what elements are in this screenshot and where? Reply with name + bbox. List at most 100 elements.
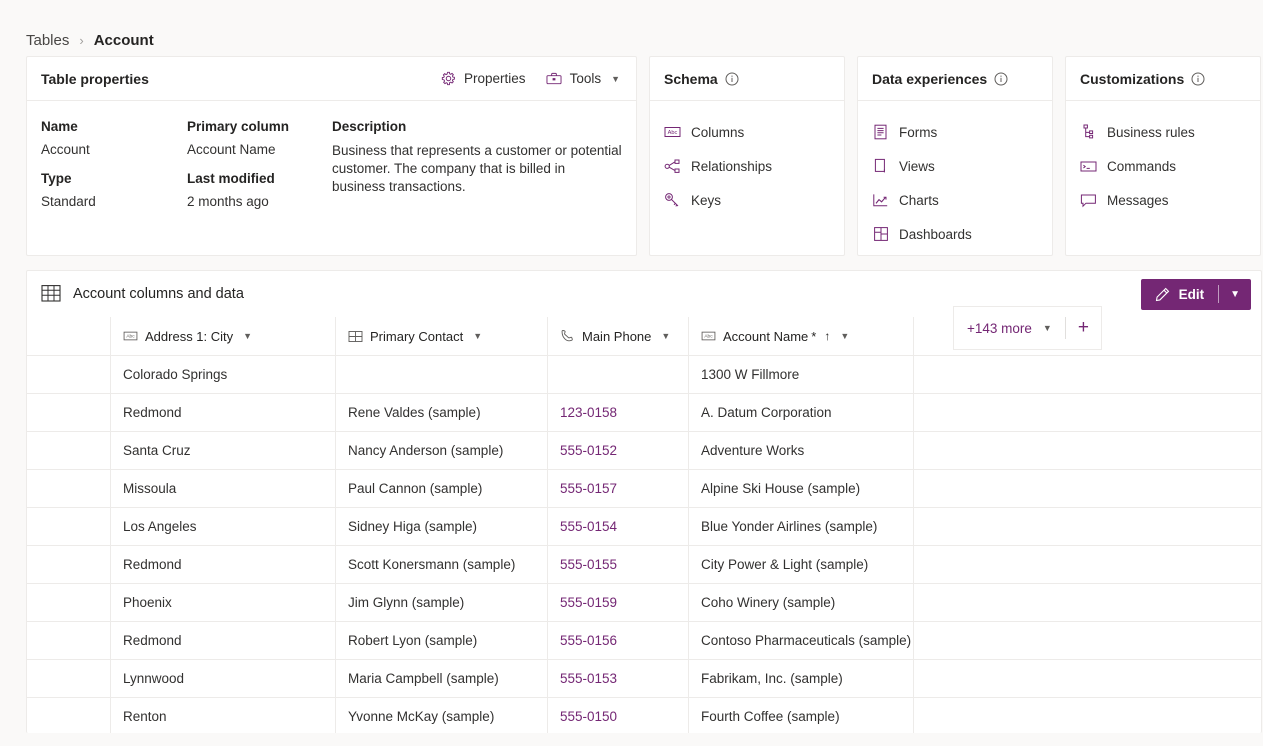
phone-link[interactable]: 555-0156 <box>560 633 617 648</box>
column-header-account-name[interactable]: Abc Account Name * ↑ ▼ <box>689 317 914 355</box>
row-select-gutter[interactable] <box>27 622 111 659</box>
cell-main-phone[interactable]: 555-0153 <box>548 660 689 697</box>
chevron-down-icon[interactable]: ▼ <box>243 331 252 341</box>
phone-link[interactable]: 555-0150 <box>560 709 617 724</box>
cell-main-phone[interactable]: 555-0155 <box>548 546 689 583</box>
cell-account-name: City Power & Light (sample) <box>689 546 914 583</box>
cell-main-phone[interactable]: 555-0156 <box>548 622 689 659</box>
chevron-down-icon[interactable]: ▼ <box>473 331 482 341</box>
phone-link[interactable]: 555-0153 <box>560 671 617 686</box>
phone-link[interactable]: 123-0158 <box>560 405 617 420</box>
column-header-label: Main Phone <box>582 328 652 344</box>
chevron-down-icon[interactable]: ▼ <box>661 331 670 341</box>
column-header-main-phone[interactable]: Main Phone ▼ <box>548 317 689 355</box>
breadcrumb-tables-link[interactable]: Tables <box>26 32 69 49</box>
type-label: Type <box>41 171 72 186</box>
cell-main-phone[interactable]: 555-0157 <box>548 470 689 507</box>
phone-link[interactable]: 555-0155 <box>560 557 617 572</box>
data-experiences-item-dashboards[interactable]: Dashboards <box>858 217 1052 251</box>
info-icon[interactable] <box>725 72 739 86</box>
row-select-gutter[interactable] <box>27 698 111 733</box>
data-experiences-item-charts[interactable]: Charts <box>858 183 1052 217</box>
properties-button[interactable]: Properties <box>438 67 528 90</box>
edit-dropdown-caret[interactable]: ▼ <box>1219 279 1251 310</box>
table-row[interactable]: Colorado Springs 1300 W Fillmore <box>27 355 1261 393</box>
table-row[interactable]: Santa Cruz Nancy Anderson (sample) 555-015… <box>27 431 1261 469</box>
cell-account-name: 1300 W Fillmore <box>689 356 914 393</box>
table-row[interactable]: Phoenix Jim Glynn (sample) 555-0159 Coho Wi… <box>27 583 1261 621</box>
plus-icon: + <box>1077 317 1089 338</box>
schema-item-relationships[interactable]: Relationships <box>650 149 844 183</box>
cell-address-1-city: Renton <box>111 698 336 733</box>
edit-split-button[interactable]: Edit ▼ <box>1140 278 1251 310</box>
info-icon[interactable] <box>1191 72 1205 86</box>
table-row[interactable]: Redmond Scott Konersmann (sample) 555-0155… <box>27 545 1261 583</box>
more-columns-button[interactable]: +143 more ▼ <box>954 307 1065 349</box>
cell-main-phone[interactable]: 555-0159 <box>548 584 689 621</box>
schema-header: Schema <box>650 57 844 101</box>
table-row[interactable]: Los Angeles Sidney Higa (sample) 555-0154 B… <box>27 507 1261 545</box>
edit-button[interactable]: Edit <box>1141 279 1219 310</box>
abc-column-icon: Abc <box>664 124 681 141</box>
data-experiences-item-forms[interactable]: Forms <box>858 115 1052 149</box>
sort-ascending-icon[interactable]: ↑ <box>824 329 830 343</box>
cell-main-phone[interactable]: 555-0150 <box>548 698 689 733</box>
primary-column-value: Account Name <box>187 142 276 157</box>
info-icon[interactable] <box>994 72 1008 86</box>
add-column-button[interactable]: + <box>1066 307 1101 349</box>
customizations-item-label: Business rules <box>1107 124 1195 140</box>
description-label: Description <box>332 119 407 134</box>
table-row[interactable]: Lynnwood Maria Campbell (sample) 555-0153 F… <box>27 659 1261 697</box>
cell-main-phone[interactable]: 555-0152 <box>548 432 689 469</box>
table-row[interactable]: Missoula Paul Cannon (sample) 555-0157 Alpi… <box>27 469 1261 507</box>
cell-main-phone[interactable]: 555-0154 <box>548 508 689 545</box>
cell-primary-contact: Jim Glynn (sample) <box>336 584 548 621</box>
table-row[interactable]: Redmond Rene Valdes (sample) 123-0158 A. Da… <box>27 393 1261 431</box>
row-select-gutter[interactable] <box>27 660 111 697</box>
column-header-primary-contact[interactable]: Primary Contact ▼ <box>336 317 548 355</box>
schema-item-keys[interactable]: Keys <box>650 183 844 217</box>
customizations-item-business-rules[interactable]: Business rules <box>1066 115 1260 149</box>
schema-links: Abc Columns Relationships Keys <box>650 101 844 217</box>
customizations-item-label: Commands <box>1107 158 1177 174</box>
column-header-address-1-city[interactable]: Abc Address 1: City ▼ <box>111 317 336 355</box>
table-row[interactable]: Renton Yvonne McKay (sample) 555-0150 Fourt… <box>27 697 1261 733</box>
last-modified-value: 2 months ago <box>187 194 269 209</box>
tools-button[interactable]: Tools ▼ <box>544 67 622 90</box>
phone-link[interactable]: 555-0157 <box>560 481 617 496</box>
phone-link[interactable]: 555-0159 <box>560 595 617 610</box>
description-value: Business that represents a customer or p… <box>332 143 622 194</box>
edit-button-label: Edit <box>1178 286 1205 302</box>
data-grid-body: Colorado Springs 1300 W Fillmore Redmond Re… <box>27 355 1261 733</box>
customizations-item-messages[interactable]: Messages <box>1066 183 1260 217</box>
column-header-label: Address 1: City <box>145 328 234 344</box>
commands-icon <box>1080 158 1097 175</box>
phone-link[interactable]: 555-0154 <box>560 519 617 534</box>
pencil-icon <box>1154 286 1171 303</box>
dashboard-icon <box>872 226 889 243</box>
data-experiences-item-views[interactable]: Views <box>858 149 1052 183</box>
customizations-links: Business rules Commands Messages <box>1066 101 1260 217</box>
row-select-gutter[interactable] <box>27 546 111 583</box>
cell-account-name: A. Datum Corporation <box>689 394 914 431</box>
chevron-down-icon[interactable]: ▼ <box>840 331 849 341</box>
row-select-gutter[interactable] <box>27 432 111 469</box>
phone-link[interactable]: 555-0152 <box>560 443 617 458</box>
type-value: Standard <box>41 194 96 209</box>
schema-item-columns[interactable]: Abc Columns <box>650 115 844 149</box>
table-row[interactable]: Redmond Robert Lyon (sample) 555-0156 Conto… <box>27 621 1261 659</box>
customizations-item-commands[interactable]: Commands <box>1066 149 1260 183</box>
table-properties-title: Table properties <box>41 70 149 87</box>
cell-main-phone[interactable] <box>548 356 689 393</box>
row-select-gutter[interactable] <box>27 356 111 393</box>
table-properties-header: Table properties Properties Tools ▼ <box>27 57 636 101</box>
messages-icon <box>1080 192 1097 209</box>
abc-column-icon: Abc <box>123 329 138 344</box>
cell-account-name: Fabrikam, Inc. (sample) <box>689 660 914 697</box>
row-select-gutter[interactable] <box>27 470 111 507</box>
row-select-gutter[interactable] <box>27 394 111 431</box>
row-select-gutter[interactable] <box>27 508 111 545</box>
breadcrumb: Tables › Account <box>0 0 1263 56</box>
row-select-gutter[interactable] <box>27 584 111 621</box>
cell-main-phone[interactable]: 123-0158 <box>548 394 689 431</box>
